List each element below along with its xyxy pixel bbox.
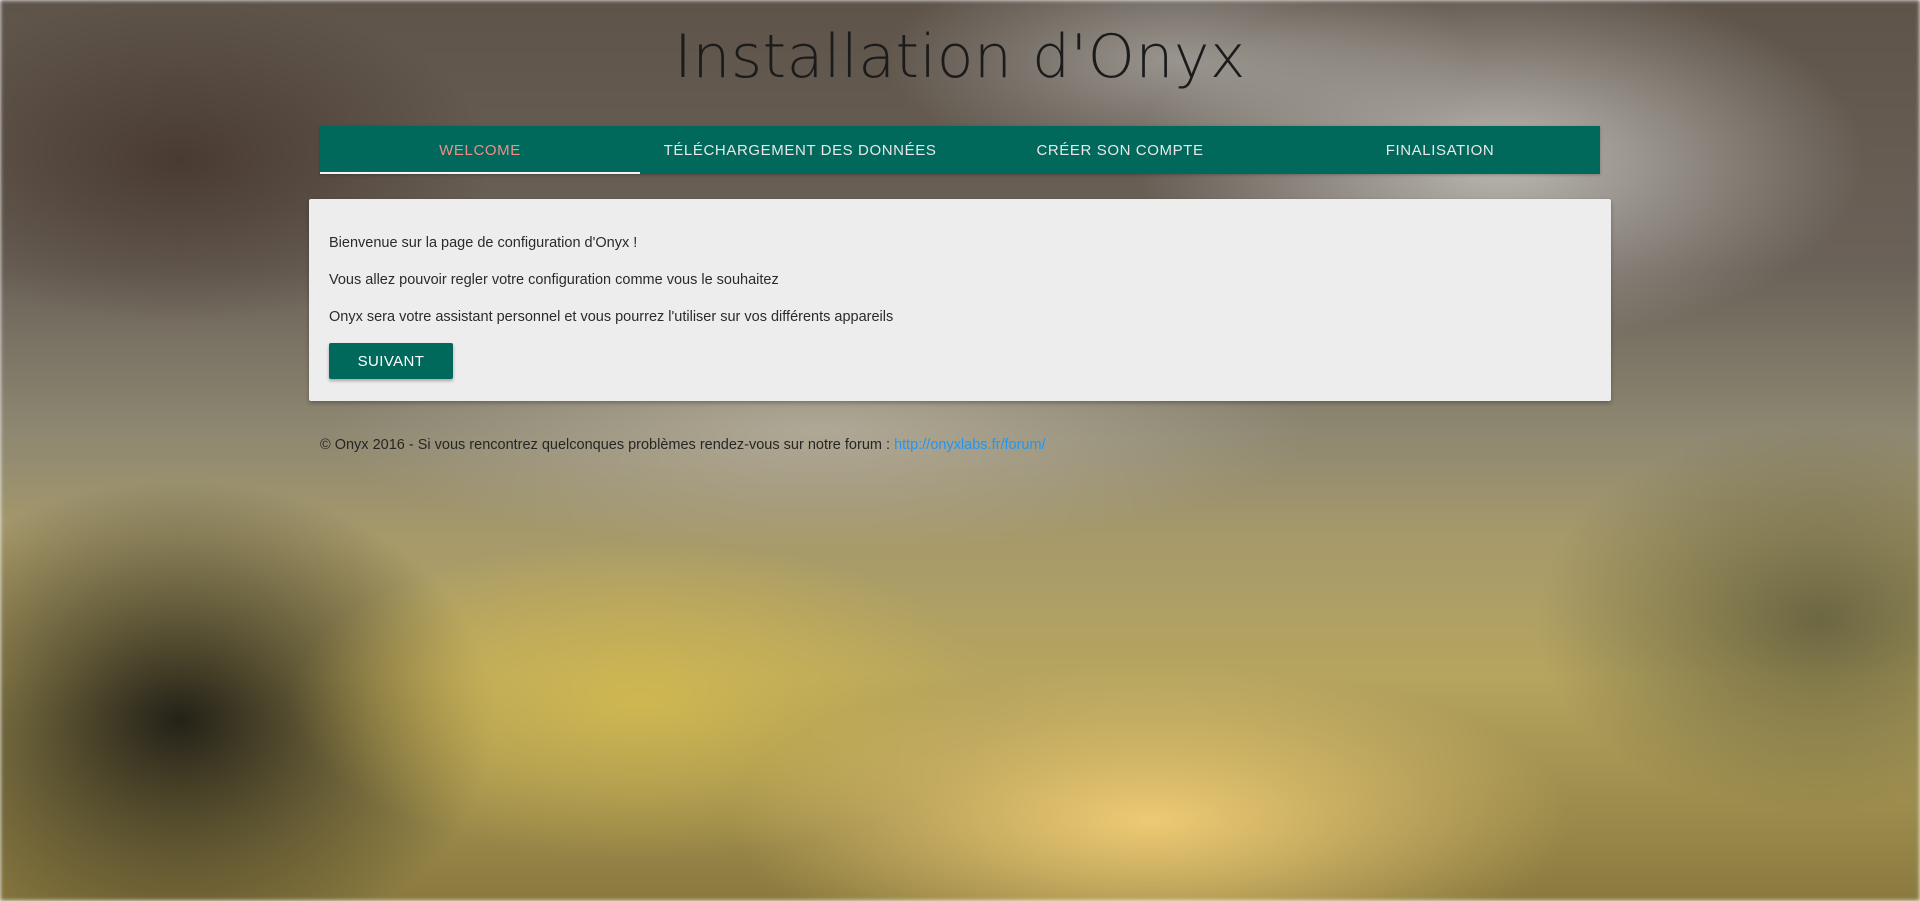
forum-link[interactable]: http://onyxlabs.fr/forum/ <box>894 437 1046 453</box>
configuration-text: Vous allez pouvoir regler votre configur… <box>329 272 779 288</box>
tab-label: TÉLÉCHARGEMENT DES DONNÉES <box>663 141 937 159</box>
setup-tabs: WELCOME TÉLÉCHARGEMENT DES DONNÉES CRÉER… <box>320 126 1600 174</box>
active-tab-indicator <box>320 172 640 174</box>
tab-label: FINALISATION <box>1385 141 1495 159</box>
tab-label: WELCOME <box>439 141 521 159</box>
tab-telechargement[interactable]: TÉLÉCHARGEMENT DES DONNÉES <box>640 126 960 174</box>
next-button[interactable]: SUIVANT <box>329 343 453 379</box>
welcome-text: Bienvenue sur la page de configuration d… <box>329 235 638 251</box>
tab-finalisation[interactable]: FINALISATION <box>1280 126 1600 174</box>
tab-label: CRÉER SON COMPTE <box>1036 141 1204 159</box>
tab-creer-compte[interactable]: CRÉER SON COMPTE <box>960 126 1280 174</box>
page-title: Installation d'Onyx <box>674 22 1246 92</box>
footer-text: © Onyx 2016 - Si vous rencontrez quelcon… <box>320 437 895 453</box>
assistant-text: Onyx sera votre assistant personnel et v… <box>329 309 894 325</box>
tab-welcome[interactable]: WELCOME <box>320 126 640 174</box>
installation-page: Installation d'Onyx WELCOME TÉLÉCHARGEME… <box>0 0 1920 901</box>
footer: © Onyx 2016 - Si vous rencontrez quelcon… <box>320 437 1046 453</box>
welcome-card: Bienvenue sur la page de configuration d… <box>309 199 1611 401</box>
